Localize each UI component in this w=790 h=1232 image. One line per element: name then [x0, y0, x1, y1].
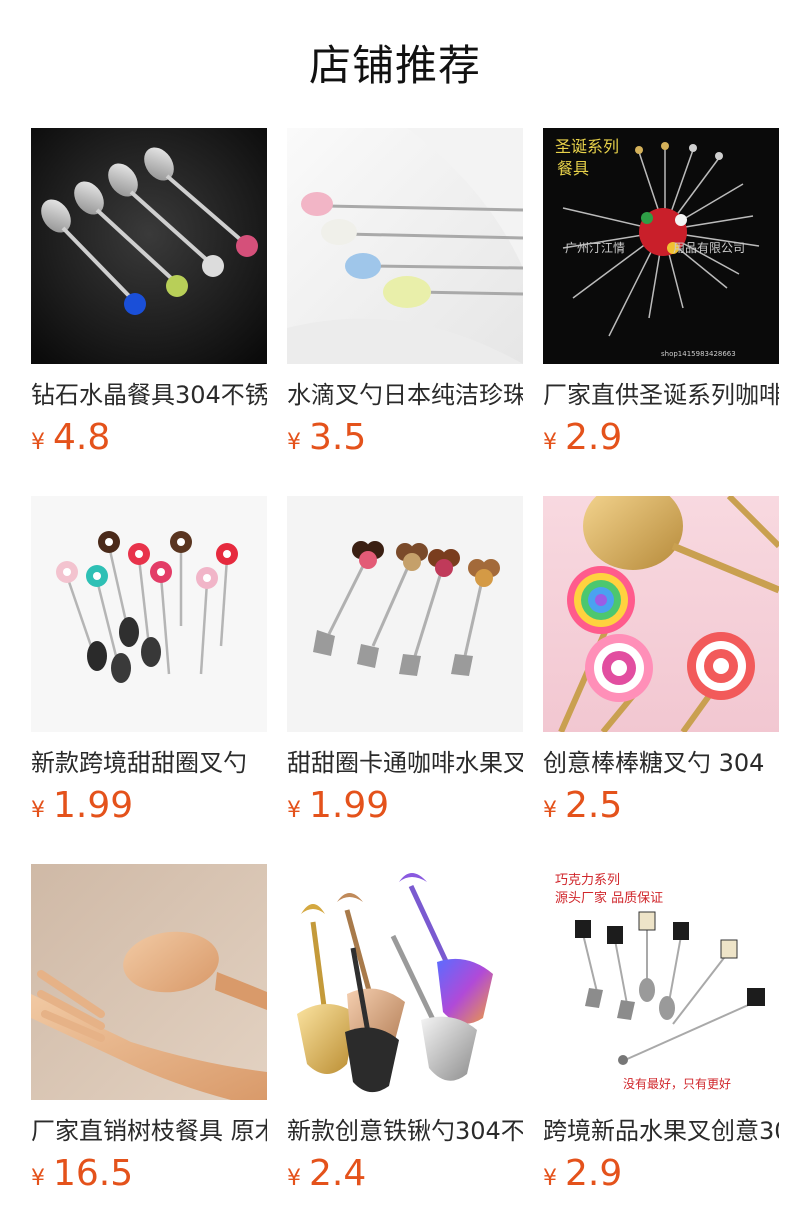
product-name[interactable]: 新款创意铁锹勺304不锈钢: [287, 1114, 523, 1148]
image-watermark: shop1415983428663: [661, 350, 736, 358]
product-name[interactable]: 水滴叉勺日本纯洁珍珠: [287, 378, 523, 412]
currency-symbol: ¥: [287, 1166, 301, 1190]
image-caption: 巧克力系列: [555, 873, 620, 888]
product-grid: 钻石水晶餐具304不锈钢 ¥4.8 水滴叉勺日本纯洁珍珠 ¥ 3.5 圣诞系列 …: [31, 128, 779, 1190]
currency-symbol: ¥: [31, 430, 45, 454]
product-image[interactable]: 圣诞系列 餐具 广州汀江情 用品有限公司 shop1415983428663: [543, 128, 779, 364]
price-value: 3.5: [309, 417, 367, 455]
price-value: 2.9: [565, 417, 623, 455]
product-name[interactable]: 厂家直供圣诞系列咖啡: [543, 378, 779, 412]
price-value: 4.8: [53, 417, 111, 455]
product-image[interactable]: [31, 128, 267, 364]
product-price: ¥2.9: [543, 1153, 779, 1191]
image-caption: 圣诞系列: [555, 137, 619, 156]
product-price: ¥1.99: [31, 785, 267, 823]
price-value: 2.4: [309, 1153, 367, 1191]
product-name[interactable]: 厂家直销树枝餐具 原木: [31, 1114, 267, 1148]
product-card[interactable]: 创意棒棒糖叉勺 304 ¥2.5: [543, 496, 779, 822]
product-price: ¥2.9: [543, 417, 779, 455]
currency-symbol: ¥: [543, 1166, 557, 1190]
product-price: ¥2.4: [287, 1153, 523, 1191]
currency-symbol: ¥: [543, 798, 557, 822]
image-caption: 源头厂家 品质保证: [555, 890, 663, 906]
image-caption: 餐具: [557, 159, 589, 178]
price-value: 1.99: [309, 785, 390, 823]
product-price: ¥4.8: [31, 417, 267, 455]
product-image[interactable]: [543, 496, 779, 732]
currency-symbol: ¥: [31, 1166, 45, 1190]
product-card[interactable]: 水滴叉勺日本纯洁珍珠 ¥3.5: [287, 128, 523, 454]
price-value: 2.9: [565, 1153, 623, 1191]
price-value: 2.5: [565, 785, 623, 823]
currency-symbol: ¥: [543, 430, 557, 454]
product-card[interactable]: 厂家直销树枝餐具 原木 ¥16.5: [31, 864, 267, 1190]
product-card[interactable]: 新款创意铁锹勺304不锈钢 ¥2.4: [287, 864, 523, 1190]
currency-symbol: ¥: [31, 798, 45, 822]
product-image[interactable]: [31, 496, 267, 732]
currency-symbol: ¥: [287, 798, 301, 822]
product-name[interactable]: 甜甜圈卡通咖啡水果叉: [287, 746, 523, 780]
price-value: 16.5: [53, 1153, 134, 1191]
product-image[interactable]: [287, 128, 523, 364]
price-value: 1.99: [53, 785, 134, 823]
image-watermark: 广州汀江情: [565, 241, 625, 255]
product-name[interactable]: 跨境新品水果叉创意304: [543, 1114, 779, 1148]
product-price: ¥2.5: [543, 785, 779, 823]
product-price: ¥16.5: [31, 1153, 267, 1191]
product-card[interactable]: 巧克力系列 源头厂家 品质保证 没有最好，只有更好 跨境新品水果叉创意304 ¥…: [543, 864, 779, 1190]
currency-symbol: ¥: [287, 430, 301, 454]
product-name[interactable]: 创意棒棒糖叉勺 304: [543, 746, 779, 780]
product-price: ¥1.99: [287, 785, 523, 823]
product-name[interactable]: 新款跨境甜甜圈叉勺: [31, 746, 267, 780]
product-card[interactable]: 甜甜圈卡通咖啡水果叉 ¥1.99: [287, 496, 523, 822]
product-image[interactable]: 巧克力系列 源头厂家 品质保证 没有最好，只有更好: [543, 864, 779, 1100]
product-price: ¥3.5: [287, 417, 523, 455]
image-caption: 没有最好，只有更好: [623, 1076, 731, 1091]
product-card[interactable]: 新款跨境甜甜圈叉勺 ¥1.99: [31, 496, 267, 822]
product-image[interactable]: [31, 864, 267, 1100]
product-name[interactable]: 钻石水晶餐具304不锈钢: [31, 378, 267, 412]
product-image[interactable]: [287, 864, 523, 1100]
image-watermark: 用品有限公司: [673, 241, 745, 255]
page-title: 店铺推荐: [308, 41, 481, 90]
product-card[interactable]: 圣诞系列 餐具 广州汀江情 用品有限公司 shop1415983428663 厂…: [543, 128, 779, 454]
product-card[interactable]: 钻石水晶餐具304不锈钢 ¥4.8: [31, 128, 267, 454]
product-image[interactable]: [287, 496, 523, 732]
